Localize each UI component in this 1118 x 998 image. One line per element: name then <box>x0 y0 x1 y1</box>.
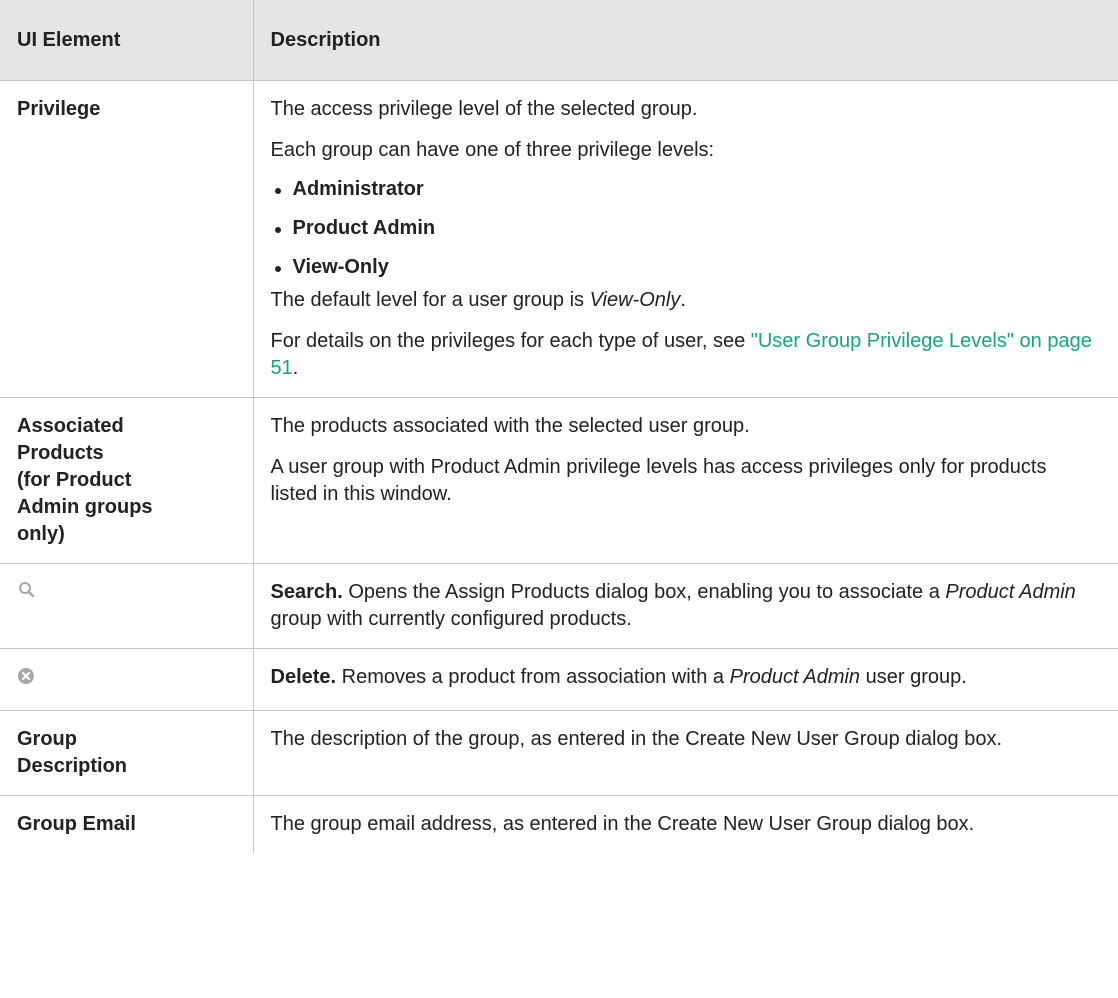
header-ui-element: UI Element <box>0 0 254 81</box>
delete-desc: Delete. Removes a product from associati… <box>271 664 1099 691</box>
table-row: Group Email The group email address, as … <box>0 795 1118 853</box>
row-name-delete <box>0 648 254 711</box>
privilege-desc-p1: The access privilege level of the select… <box>270 98 698 120</box>
table-row: Associated Products (for Product Admin g… <box>0 397 1118 564</box>
search-text1: Opens the Assign Products dialog box, en… <box>342 581 946 603</box>
row-name-associated-products: Associated Products (for Product Admin g… <box>0 397 254 564</box>
row-name-search <box>0 563 254 649</box>
table-row: Group Description The description of the… <box>0 710 1118 796</box>
row-name-privilege: Privilege <box>0 80 254 398</box>
row-desc-delete: Delete. Removes a product from associati… <box>252 648 1118 711</box>
details-prefix: For details on the privileges for each t… <box>270 330 751 352</box>
privilege-details-text: For details on the privileges for each t… <box>271 328 1099 382</box>
row-desc-privilege: The access privilege level of the select… <box>252 80 1118 398</box>
table-row: Search. Opens the Assign Products dialog… <box>0 563 1118 649</box>
row-name-group-description: Group Description <box>0 710 254 796</box>
list-item: View-Only <box>271 254 1099 281</box>
group-description-text: The description of the group, as entered… <box>270 728 1003 750</box>
search-text2: group with currently configured products… <box>270 608 632 630</box>
privilege-default-text: The default level for a user group is Vi… <box>271 287 1099 314</box>
header-description: Description <box>252 0 1118 81</box>
delete-icon <box>17 665 39 687</box>
delete-text1: Removes a product from association with … <box>336 666 730 688</box>
list-item: Administrator <box>271 176 1099 203</box>
row-name-group-email: Group Email <box>0 795 254 853</box>
default-suffix: . <box>680 289 686 311</box>
search-emph: Product Admin <box>945 581 1076 603</box>
delete-label: Delete. <box>270 666 337 688</box>
search-desc: Search. Opens the Assign Products dialog… <box>271 579 1099 633</box>
row-desc-search: Search. Opens the Assign Products dialog… <box>252 563 1118 649</box>
privilege-desc-p2: Each group can have one of three privile… <box>270 139 715 161</box>
list-item: Product Admin <box>271 215 1099 242</box>
name-line: (for Product <box>17 469 132 491</box>
delete-text2: user group. <box>860 666 967 688</box>
name-line: only) <box>17 523 65 545</box>
name-line: Products <box>17 442 104 464</box>
name-line: Group <box>17 728 77 750</box>
name-line: Admin groups <box>17 496 153 518</box>
table-row: Delete. Removes a product from associati… <box>0 648 1118 711</box>
associated-desc-p2: A user group with Product Admin privileg… <box>270 456 1047 505</box>
search-label: Search. <box>270 581 343 603</box>
row-desc-associated-products: The products associated with the selecte… <box>252 397 1118 564</box>
search-icon <box>17 580 39 602</box>
associated-desc-p1: The products associated with the selecte… <box>270 415 750 437</box>
name-line: Associated <box>17 415 124 437</box>
name-line: Description <box>17 755 128 777</box>
details-suffix: . <box>292 357 299 379</box>
row-desc-group-description: The description of the group, as entered… <box>252 710 1118 796</box>
privilege-levels-list: Administrator Product Admin View-Only <box>271 176 1099 281</box>
table-header-row: UI Element Description <box>0 0 1118 81</box>
ui-element-table: UI Element Description Privilege The acc… <box>0 0 1118 853</box>
default-prefix: The default level for a user group is <box>270 289 590 311</box>
default-value: View-Only <box>589 289 681 311</box>
delete-emph: Product Admin <box>729 666 861 688</box>
table-row: Privilege The access privilege level of … <box>0 80 1118 398</box>
group-email-text: The group email address, as entered in t… <box>270 813 975 835</box>
row-desc-group-email: The group email address, as entered in t… <box>252 795 1118 853</box>
